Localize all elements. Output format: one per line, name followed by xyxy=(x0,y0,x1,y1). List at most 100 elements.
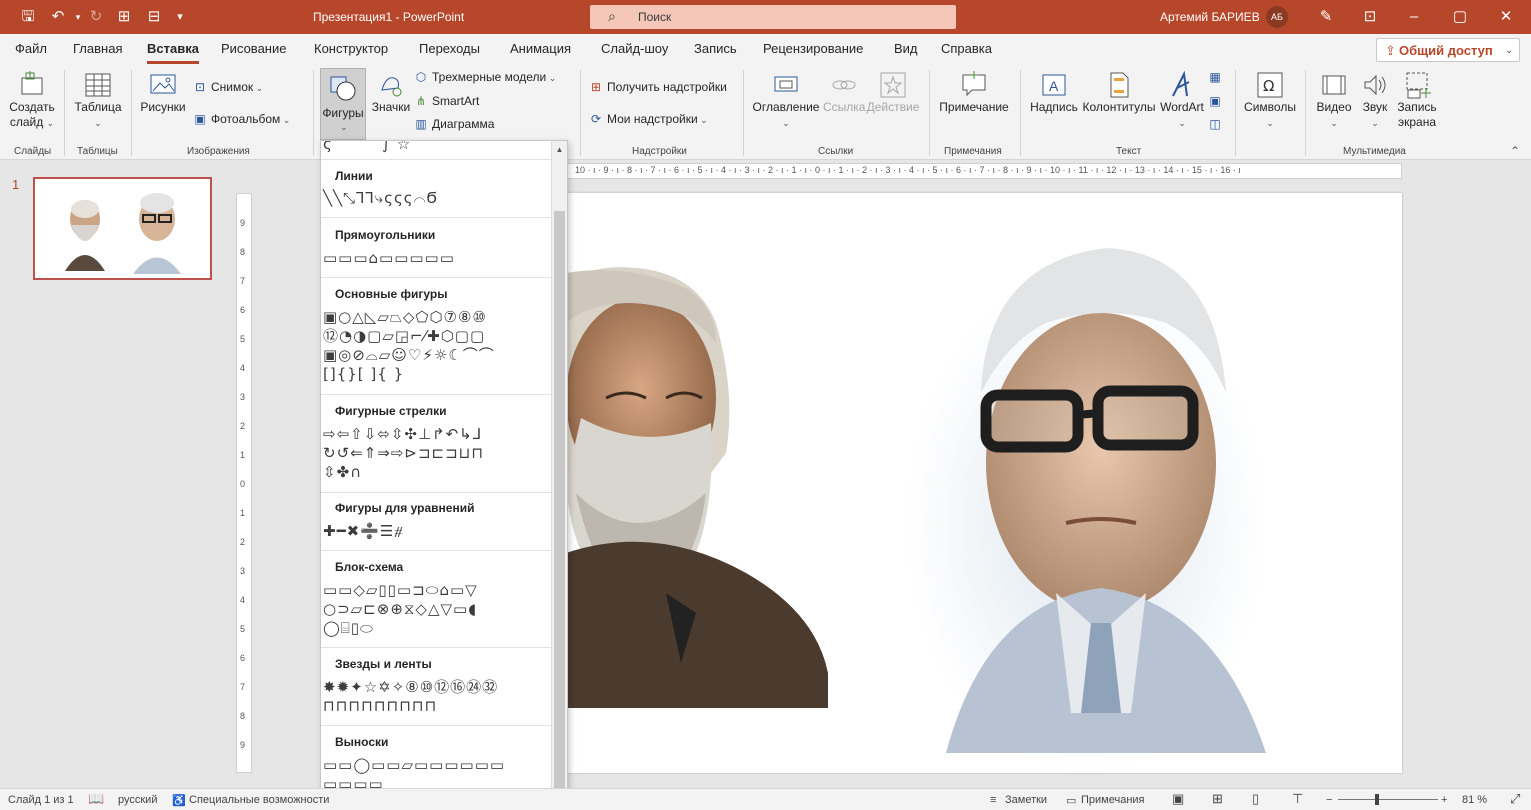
audio-button[interactable]: Звук ⌄ xyxy=(1356,70,1394,131)
spellcheck-icon[interactable]: 📖 xyxy=(88,791,104,807)
shapes-row-basic[interactable]: ▣◎⊘⌓▱☺♡⚡☼☾⌒⌒ xyxy=(323,346,495,365)
action-button[interactable]: Действие xyxy=(866,70,920,115)
shapes-row-banners[interactable]: ⊓⊓⊓⊓⊓⊓⊓⊓⊓ xyxy=(323,697,437,716)
icons-button[interactable]: Значки xyxy=(371,70,411,115)
shapes-row-arrows[interactable]: ⇨⇦⇧⇩⬄⇳✣⊥↱↶↳⅃ xyxy=(323,425,482,444)
redo-icon[interactable]: ↻ xyxy=(86,7,106,27)
shapes-row-basic[interactable]: ⑫◔◑▢▱◲⌐⁄✚⬡▢▢ xyxy=(323,327,485,346)
undo-dropdown-icon[interactable]: ▾ xyxy=(68,7,88,27)
tab-transitions[interactable]: Переходы xyxy=(419,41,480,56)
accessibility-status[interactable]: Специальные возможности xyxy=(189,794,329,806)
shapes-row-basic[interactable]: ▣○△◺▱⏢◇⬠⬡⑦⑧⑩ xyxy=(323,308,487,327)
present-icon[interactable]: ⊟ xyxy=(144,7,164,27)
scroll-up-icon[interactable]: ▲ xyxy=(554,144,565,155)
notes-icon[interactable]: ≡ xyxy=(990,794,996,806)
shapes-row-stars[interactable]: ✸✹✦☆✡✧⑧⑩⑫⑯㉔㉜ xyxy=(323,678,498,697)
shapes-row-lines[interactable]: ╲╲⤡⅂⅂⤷ςςς⌒Ϭ xyxy=(323,189,438,208)
new-slide-button[interactable]: Создать слайд ⌄ xyxy=(8,70,56,131)
minimize-icon[interactable]: – xyxy=(1404,7,1424,27)
link-button[interactable]: Ссылка xyxy=(823,70,865,115)
get-addins-button[interactable]: ⊞ Получить надстройки xyxy=(588,80,727,94)
shapes-row-callouts[interactable]: ▭▭◯▭▭▱▭▭▭▭▭▭ xyxy=(323,756,505,775)
gallery-scrollbar[interactable]: ▲ xyxy=(551,141,567,809)
group-label-comments: Примечания xyxy=(944,146,1002,157)
scrollbar-thumb[interactable] xyxy=(554,211,565,791)
shapes-row-rectangles[interactable]: ▭▭▭⌂▭▭▭▭▭ xyxy=(323,249,455,268)
3d-models-label: Трехмерные модели xyxy=(432,70,547,84)
collapse-ribbon-icon[interactable]: ⌃ xyxy=(1510,144,1520,158)
comments-icon[interactable]: ▭ xyxy=(1066,794,1076,807)
undo-icon[interactable]: ↶ xyxy=(48,7,68,27)
tab-record[interactable]: Запись xyxy=(694,41,737,56)
shapes-row-flowchart[interactable]: ◯⌸▯⬭ xyxy=(323,619,374,638)
shapes-gallery-dropdown[interactable]: ς ⌒ ⌒ ∫ ☆ Линии ╲╲⤡⅂⅂⤷ςςς⌒Ϭ Прямоугольни… xyxy=(320,140,568,810)
symbols-button[interactable]: Ω Символы ⌄ xyxy=(1240,70,1300,131)
slide-sorter-icon[interactable]: ⊞ xyxy=(1212,791,1223,807)
avatar[interactable]: АБ xyxy=(1266,6,1288,28)
zoom-in-button[interactable]: + xyxy=(1441,794,1447,806)
wordart-button[interactable]: WordArt ⌄ xyxy=(1157,70,1207,131)
composer-portraits-image[interactable] xyxy=(566,193,1402,773)
shapes-row-partial[interactable]: ς ⌒ ⌒ ∫ ☆ xyxy=(323,141,411,154)
share-button[interactable]: ⇪ Общий доступ ⌄ xyxy=(1376,38,1520,62)
shapes-row-flowchart[interactable]: ○⊃▱⊏⊗⊕⧖◇△▽▭◖ xyxy=(323,600,477,619)
shapes-row-basic[interactable]: []{}[ ]{ } xyxy=(323,365,404,384)
tab-home[interactable]: Главная xyxy=(73,41,122,56)
video-button[interactable]: Видео ⌄ xyxy=(1312,70,1356,131)
language-indicator[interactable]: русский xyxy=(118,794,157,806)
normal-view-icon[interactable]: ▣ xyxy=(1172,791,1184,807)
shapes-row-arrows[interactable]: ↻↺⇐⇑⇒⇨⊳⊐⊏⊐⊔⊓ xyxy=(323,444,484,463)
customize-quick-access-icon[interactable]: ▾ xyxy=(170,7,190,27)
screen-recording-button[interactable]: Запись экрана xyxy=(1394,70,1440,130)
slide-number-button[interactable]: ▣ xyxy=(1207,94,1226,108)
my-addins-label: Мои надстройки xyxy=(607,112,698,126)
shapes-button[interactable]: Фигуры ⌄ xyxy=(320,68,366,140)
close-icon[interactable]: ✕ xyxy=(1496,7,1516,27)
tab-file[interactable]: Файл xyxy=(15,41,47,56)
slideshow-icon[interactable]: ⊤ xyxy=(1292,791,1303,807)
zoom-level[interactable]: 81 % xyxy=(1462,794,1487,806)
shapes-row-arrows[interactable]: ⇳✤∩ xyxy=(323,463,362,482)
tab-draw[interactable]: Рисование xyxy=(221,41,286,56)
tab-insert[interactable]: Вставка xyxy=(147,41,199,56)
accessibility-icon[interactable]: ♿ xyxy=(172,794,186,807)
my-addins-button[interactable]: ⟳ Мои надстройки ⌄ xyxy=(588,112,708,126)
header-footer-button[interactable]: Колонтитулы xyxy=(1080,70,1158,115)
zoom-slider-thumb[interactable] xyxy=(1375,794,1380,805)
fit-to-window-icon[interactable]: ⤢ xyxy=(1510,791,1520,807)
comments-button[interactable]: Примечания xyxy=(1081,794,1145,806)
user-name[interactable]: Артемий БАРИЕВ xyxy=(1160,10,1260,24)
object-button[interactable]: ◫ xyxy=(1207,117,1226,131)
zoom-out-button[interactable]: − xyxy=(1326,794,1332,806)
zoom-button[interactable]: Оглавление ⌄ xyxy=(751,70,821,131)
tab-help[interactable]: Справка xyxy=(941,41,992,56)
tab-view[interactable]: Вид xyxy=(894,41,918,56)
pictures-button[interactable]: Рисунки xyxy=(138,70,188,115)
3d-models-button[interactable]: ⬡ Трехмерные модели ⌄ xyxy=(413,70,557,84)
presentation-from-start-icon[interactable]: ⊞ xyxy=(114,7,134,27)
save-icon[interactable]: 🖫 xyxy=(18,7,38,27)
tab-animations[interactable]: Анимация xyxy=(510,41,571,56)
textbox-button[interactable]: A Надпись xyxy=(1028,70,1080,115)
tab-review[interactable]: Рецензирование xyxy=(763,41,863,56)
notes-button[interactable]: Заметки xyxy=(1005,794,1047,806)
maximize-icon[interactable]: ▢ xyxy=(1450,7,1470,27)
table-button[interactable]: Таблица ⌄ xyxy=(70,70,126,131)
date-time-button[interactable]: ▦ xyxy=(1207,70,1226,84)
chart-button[interactable]: ▥ Диаграмма xyxy=(413,117,494,131)
tab-design[interactable]: Конструктор xyxy=(314,41,388,56)
zoom-slider-track[interactable] xyxy=(1338,799,1438,800)
tab-slideshow[interactable]: Слайд-шоу xyxy=(601,41,668,56)
slide-canvas[interactable] xyxy=(566,193,1402,773)
shapes-row-flowchart[interactable]: ▭▭◇▱▯▯▭⊐⬭⌂▭▽ xyxy=(323,581,478,600)
pen-icon[interactable]: ✎ xyxy=(1316,7,1336,27)
reading-view-icon[interactable]: ▯ xyxy=(1252,791,1259,807)
photo-album-button[interactable]: ▣ Фотоальбом ⌄ xyxy=(192,112,290,126)
smartart-button[interactable]: ⋔ SmartArt xyxy=(413,94,479,108)
ribbon-display-icon[interactable]: ⊡ xyxy=(1360,7,1380,27)
screenshot-button[interactable]: ⊡ Снимок ⌄ xyxy=(192,80,263,94)
shapes-row-equation[interactable]: ✚━✖➗☰⧣ xyxy=(323,522,404,541)
slide-thumbnail[interactable] xyxy=(33,177,212,280)
comment-button[interactable]: Примечание xyxy=(936,70,1012,115)
search-box[interactable]: ⌕ Поиск xyxy=(590,5,956,29)
